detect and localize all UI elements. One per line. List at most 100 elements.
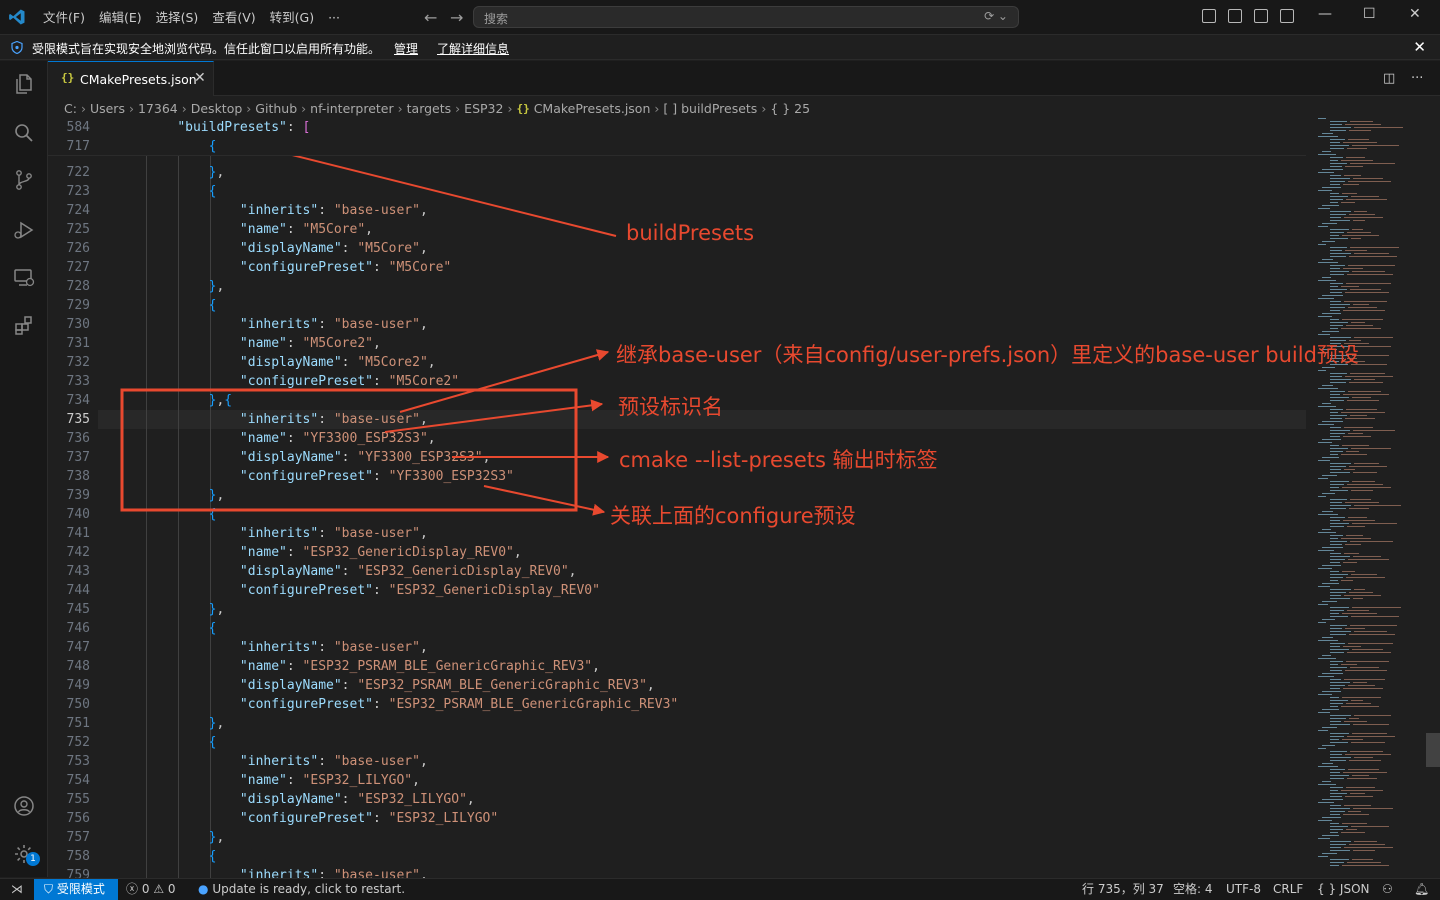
end-of-line[interactable]: CRLF — [1273, 879, 1303, 900]
toggle-panel-icon[interactable] — [1254, 9, 1268, 23]
code-line[interactable]: 717 { — [48, 137, 1306, 156]
code-line[interactable]: 753 "inherits": "base-user", — [48, 752, 1306, 771]
minimap[interactable] — [1310, 118, 1420, 878]
copilot-status-icon[interactable]: ⚇ — [1382, 879, 1393, 900]
tab-close-icon[interactable]: ✕ — [194, 70, 206, 86]
code-line[interactable]: 729 { — [48, 296, 1306, 315]
menu-edit[interactable]: 编辑(E) — [92, 0, 149, 35]
minimap-stroke — [1330, 556, 1350, 557]
code-line[interactable]: 759 "inherits": "base-user", — [48, 866, 1306, 878]
encoding[interactable]: UTF-8 — [1226, 879, 1261, 900]
toggle-secondary-sidebar-icon[interactable] — [1280, 9, 1294, 23]
minimap-stroke — [1352, 775, 1369, 776]
code-line[interactable]: 746 { — [48, 619, 1306, 638]
code-line[interactable]: 730 "inherits": "base-user", — [48, 315, 1306, 334]
remote-explorer-icon[interactable] — [12, 266, 36, 290]
crumb-targets[interactable]: targets — [407, 101, 452, 116]
explorer-icon[interactable] — [12, 72, 36, 96]
code-line[interactable]: 727 "configurePreset": "M5Core" — [48, 258, 1306, 277]
crumb-drive[interactable]: C: — [64, 101, 77, 116]
toggle-primary-sidebar-icon[interactable] — [1228, 9, 1242, 23]
split-editor-icon[interactable]: ◫ — [1383, 71, 1395, 86]
notifications-bell-icon[interactable]: 🔔︎ — [1414, 879, 1429, 900]
forward-arrow-icon[interactable]: → — [450, 8, 463, 27]
code-line[interactable]: 744 "configurePreset": "ESP32_GenericDis… — [48, 581, 1306, 600]
code-line[interactable]: 748 "name": "ESP32_PSRAM_BLE_GenericGrap… — [48, 657, 1306, 676]
crumb-user[interactable]: 17364 — [138, 101, 178, 116]
annotation-name: 预设标识名 — [618, 395, 723, 419]
code-line[interactable]: 584 "buildPresets": [ — [48, 118, 1306, 137]
minimize-icon[interactable]: — — [1318, 6, 1332, 22]
code-line[interactable]: 745 }, — [48, 600, 1306, 619]
copilot-icon[interactable]: ⟳ ⌄ — [984, 9, 1008, 23]
code-line[interactable]: 757 }, — [48, 828, 1306, 847]
minimap-stroke — [1318, 784, 1336, 785]
code-line[interactable]: 724 "inherits": "base-user", — [48, 201, 1306, 220]
line-code: "configurePreset": "YF3300_ESP32S3" — [239, 469, 514, 484]
crumb-build-presets[interactable]: [ ] buildPresets — [663, 101, 757, 116]
code-line[interactable]: 752 { — [48, 733, 1306, 752]
editor-scrollbar[interactable] — [1426, 733, 1440, 767]
code-line[interactable]: 754 "name": "ESP32_LILYGO", — [48, 771, 1306, 790]
minimap-stroke — [1330, 391, 1345, 392]
banner-close-icon[interactable]: ✕ — [1413, 38, 1426, 56]
minimap-stroke — [1352, 145, 1399, 146]
code-line[interactable]: 755 "displayName": "ESP32_LILYGO", — [48, 790, 1306, 809]
banner-learn-more-link[interactable]: 了解详细信息 — [437, 40, 509, 57]
crumb-github[interactable]: Github — [255, 101, 297, 116]
line-code: { — [208, 849, 217, 864]
menu-go[interactable]: 转到(G) — [263, 0, 321, 35]
code-line[interactable]: 723 { — [48, 182, 1306, 201]
restricted-mode-status[interactable]: ⛉ 受限模式 — [34, 879, 118, 900]
command-center-search[interactable]: 搜索 ⟳ ⌄ — [473, 6, 1019, 28]
customize-layout-icon[interactable] — [1202, 9, 1216, 23]
minimap-stroke — [1318, 226, 1328, 227]
menu-file[interactable]: 文件(F) — [36, 0, 92, 35]
minimap-stroke — [1349, 592, 1373, 593]
crumb-esp32[interactable]: ESP32 — [464, 101, 503, 116]
banner-manage-link[interactable]: 管理 — [394, 40, 418, 57]
code-line[interactable]: 722 }, — [48, 163, 1306, 182]
code-line[interactable]: 749 "displayName": "ESP32_PSRAM_BLE_Gene… — [48, 676, 1306, 695]
code-line[interactable]: 728 }, — [48, 277, 1306, 296]
remote-indicator-icon[interactable]: ⋊ — [0, 879, 34, 900]
run-debug-icon[interactable] — [12, 218, 36, 242]
code-line[interactable]: 733 "configurePreset": "M5Core2" — [48, 372, 1306, 391]
minimap-stroke — [1322, 655, 1331, 656]
language-mode[interactable]: { } JSON — [1317, 879, 1370, 900]
tab-cmakepresets[interactable]: {} CMakePresets.json ✕ — [48, 61, 214, 96]
source-control-icon[interactable] — [12, 168, 36, 192]
close-window-icon[interactable]: ✕ — [1409, 6, 1421, 22]
code-line[interactable]: 750 "configurePreset": "ESP32_PSRAM_BLE_… — [48, 695, 1306, 714]
code-line[interactable]: 758 { — [48, 847, 1306, 866]
extensions-icon[interactable] — [12, 314, 36, 338]
minimap-stroke — [1330, 538, 1338, 539]
crumb-desktop[interactable]: Desktop — [191, 101, 243, 116]
minimap-stroke — [1343, 184, 1359, 185]
code-line[interactable]: 747 "inherits": "base-user", — [48, 638, 1306, 657]
code-line[interactable]: 743 "displayName": "ESP32_GenericDisplay… — [48, 562, 1306, 581]
minimap-stroke — [1345, 250, 1367, 251]
sticky-scroll-header[interactable]: 584 "buildPresets": [717 { — [48, 118, 1306, 156]
crumb-object[interactable]: { } 25 — [770, 101, 810, 116]
problems-status[interactable]: ⓧ 0 ⚠ 0 — [126, 879, 176, 900]
code-line[interactable]: 742 "name": "ESP32_GenericDisplay_REV0", — [48, 543, 1306, 562]
maximize-icon[interactable]: ☐ — [1363, 6, 1376, 22]
crumb-file[interactable]: CMakePresets.json — [534, 101, 651, 116]
minimap-stroke — [1322, 241, 1335, 242]
code-line[interactable]: 756 "configurePreset": "ESP32_LILYGO" — [48, 809, 1306, 828]
update-notice[interactable]: ● Update is ready, click to restart. — [198, 879, 405, 900]
cursor-position[interactable]: 行 735，列 37 — [1082, 879, 1164, 900]
more-actions-icon[interactable]: ··· — [1411, 71, 1423, 86]
accounts-icon[interactable] — [12, 794, 36, 818]
line-number: 740 — [66, 507, 90, 522]
menu-selection[interactable]: 选择(S) — [149, 0, 206, 35]
crumb-users[interactable]: Users — [90, 101, 125, 116]
menu-more[interactable]: ··· — [321, 0, 347, 35]
indentation[interactable]: 空格: 4 — [1173, 879, 1213, 900]
menu-view[interactable]: 查看(V) — [205, 0, 262, 35]
code-line[interactable]: 751 }, — [48, 714, 1306, 733]
crumb-nf-interpreter[interactable]: nf-interpreter — [310, 101, 394, 116]
back-arrow-icon[interactable]: ← — [424, 8, 437, 27]
search-icon[interactable] — [12, 121, 36, 145]
